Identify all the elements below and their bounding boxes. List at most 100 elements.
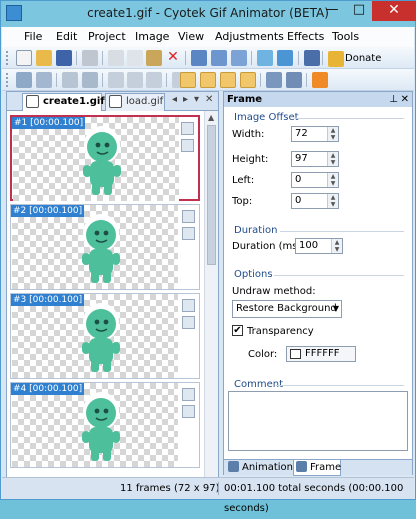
spin-arrows-icon[interactable]: ▲ ▼ [331,239,342,253]
menu-project[interactable]: Project [88,30,126,43]
toolbar-separator [306,73,307,87]
tab-load[interactable]: load.gif [105,93,165,111]
spin-arrows-icon[interactable]: ▲ ▼ [327,173,338,187]
frame-icon [296,461,307,472]
first-frame-icon[interactable] [62,72,78,88]
toolbar-separator [102,51,103,65]
properties-panel: Frame ⊥ ✕ Image Offset Width: 72 ▲ ▼ Heig… [223,91,413,476]
pin-icon[interactable]: ⊥ [389,92,398,107]
maximize-button[interactable]: □ [346,1,372,21]
open-icon[interactable] [36,50,52,66]
menu-adjustments[interactable]: Adjustments [215,30,284,43]
options-group: Options [234,269,273,280]
frame-image-icon[interactable] [182,388,195,401]
new-icon[interactable] [16,50,32,66]
color-picker-button[interactable]: FFFFFF [286,346,356,362]
toolbar-separator [102,73,103,87]
frame-list-scrollbar[interactable]: ▲ [204,111,218,494]
width-stepper[interactable]: 72 ▲ ▼ [291,126,339,142]
duration-stepper[interactable]: 100 ▲ ▼ [295,238,343,254]
undraw-method-select[interactable]: Restore Background ▼ [232,300,342,318]
cut-icon[interactable] [108,50,124,66]
menu-tools[interactable]: Tools [332,30,359,43]
print-icon[interactable] [82,50,98,66]
minimize-button[interactable]: — [318,1,346,21]
frame-item-3[interactable]: #3 [00:00.100] [10,293,200,379]
menu-edit[interactable]: Edit [56,30,77,43]
toolbar-separator [76,51,77,65]
panel-close-icon[interactable]: ✕ [401,92,409,107]
tab-close-icon[interactable]: ✕ [205,94,213,105]
frame-image-icon[interactable] [181,122,194,135]
frame-copy-icon[interactable] [181,139,194,152]
export-icon[interactable] [304,50,320,66]
panel-header: Frame ⊥ ✕ [224,92,412,107]
frame-image-icon[interactable] [182,299,195,312]
duplicate-icon[interactable] [231,50,247,66]
close-button[interactable]: ✕ [372,1,416,21]
scrollbar-thumb[interactable] [207,125,216,265]
frame-label: #1 [00:00.100] [12,117,86,129]
grid-icon[interactable] [220,72,236,88]
frame-item-2[interactable]: #2 [00:00.100] [10,204,200,290]
menu-effects[interactable]: Effects [287,30,324,43]
frame-copy-icon[interactable] [182,316,195,329]
rss-icon[interactable] [312,72,328,88]
copy-icon[interactable] [127,50,143,66]
delete-icon[interactable]: ✕ [165,50,181,66]
move-down-icon[interactable] [277,50,293,66]
tab-scroll-right-icon[interactable]: ▸ [183,94,188,105]
scroll-up-icon[interactable]: ▲ [208,113,214,122]
onion-skin-icon[interactable] [200,72,216,88]
preview-icon[interactable] [286,72,302,88]
secondary-toolbar [2,69,414,91]
play-icon[interactable] [16,72,32,88]
tab-animation[interactable]: Animation [226,460,293,476]
tab-list-icon[interactable]: ▾ [194,94,199,105]
tab-create1[interactable]: create1.gif [22,93,105,112]
frame-image-icon[interactable] [182,210,195,223]
top-stepper[interactable]: 0 ▲ ▼ [291,193,339,209]
frame-copy-icon[interactable] [182,405,195,418]
import-icon[interactable] [211,50,227,66]
save-icon[interactable] [56,50,72,66]
stop-icon[interactable] [36,72,52,88]
group-divider [276,385,404,386]
spin-arrows-icon[interactable]: ▲ ▼ [327,152,338,166]
prev-frame-icon[interactable] [82,72,98,88]
frame-copy-icon[interactable] [182,227,195,240]
main-toolbar: ✕ Donate [2,47,414,69]
status-frames: 11 frames (72 x 97) [120,483,220,494]
left-value: 0 [295,174,302,185]
zoom-icon[interactable] [266,72,282,88]
menu-view[interactable]: View [178,30,204,43]
left-stepper[interactable]: 0 ▲ ▼ [291,172,339,188]
spin-arrows-icon[interactable]: ▲ ▼ [327,194,338,208]
align-right-icon[interactable] [146,72,162,88]
tab-scroll-left-icon[interactable]: ◂ [172,94,177,105]
checker-icon[interactable] [240,72,256,88]
duration-label: Duration (ms): [232,241,305,252]
spin-arrows-icon[interactable]: ▲ ▼ [327,127,338,141]
view-mode-icon[interactable] [180,72,196,88]
menu-image[interactable]: Image [135,30,169,43]
frame-item-1[interactable]: #1 [00:00.100] [10,115,200,201]
document-tabs: create1.gif load.gif ◂ ▸ ▾ ✕ [7,92,218,112]
toolbar-grip[interactable] [6,51,9,65]
align-center-icon[interactable] [127,72,143,88]
height-stepper[interactable]: 97 ▲ ▼ [291,151,339,167]
transparency-checkbox[interactable]: ✔ [232,325,243,336]
toolbar-separator [322,51,323,65]
toolbar-grip[interactable] [6,73,9,87]
align-left-icon[interactable] [108,72,124,88]
menu-file[interactable]: File [24,30,42,43]
move-up-icon[interactable] [257,50,273,66]
tab-frame[interactable]: Frame [293,460,341,476]
paste-icon[interactable] [146,50,162,66]
comment-textarea[interactable] [228,391,408,451]
status-bar: 11 frames (72 x 97) 00:01.100 total seco… [2,477,414,514]
chevron-down-icon: ▼ [332,304,339,313]
frame-item-4[interactable]: #4 [00:00.100] [10,382,200,468]
add-frame-icon[interactable] [191,50,207,66]
donate-button[interactable]: Donate [326,49,381,67]
